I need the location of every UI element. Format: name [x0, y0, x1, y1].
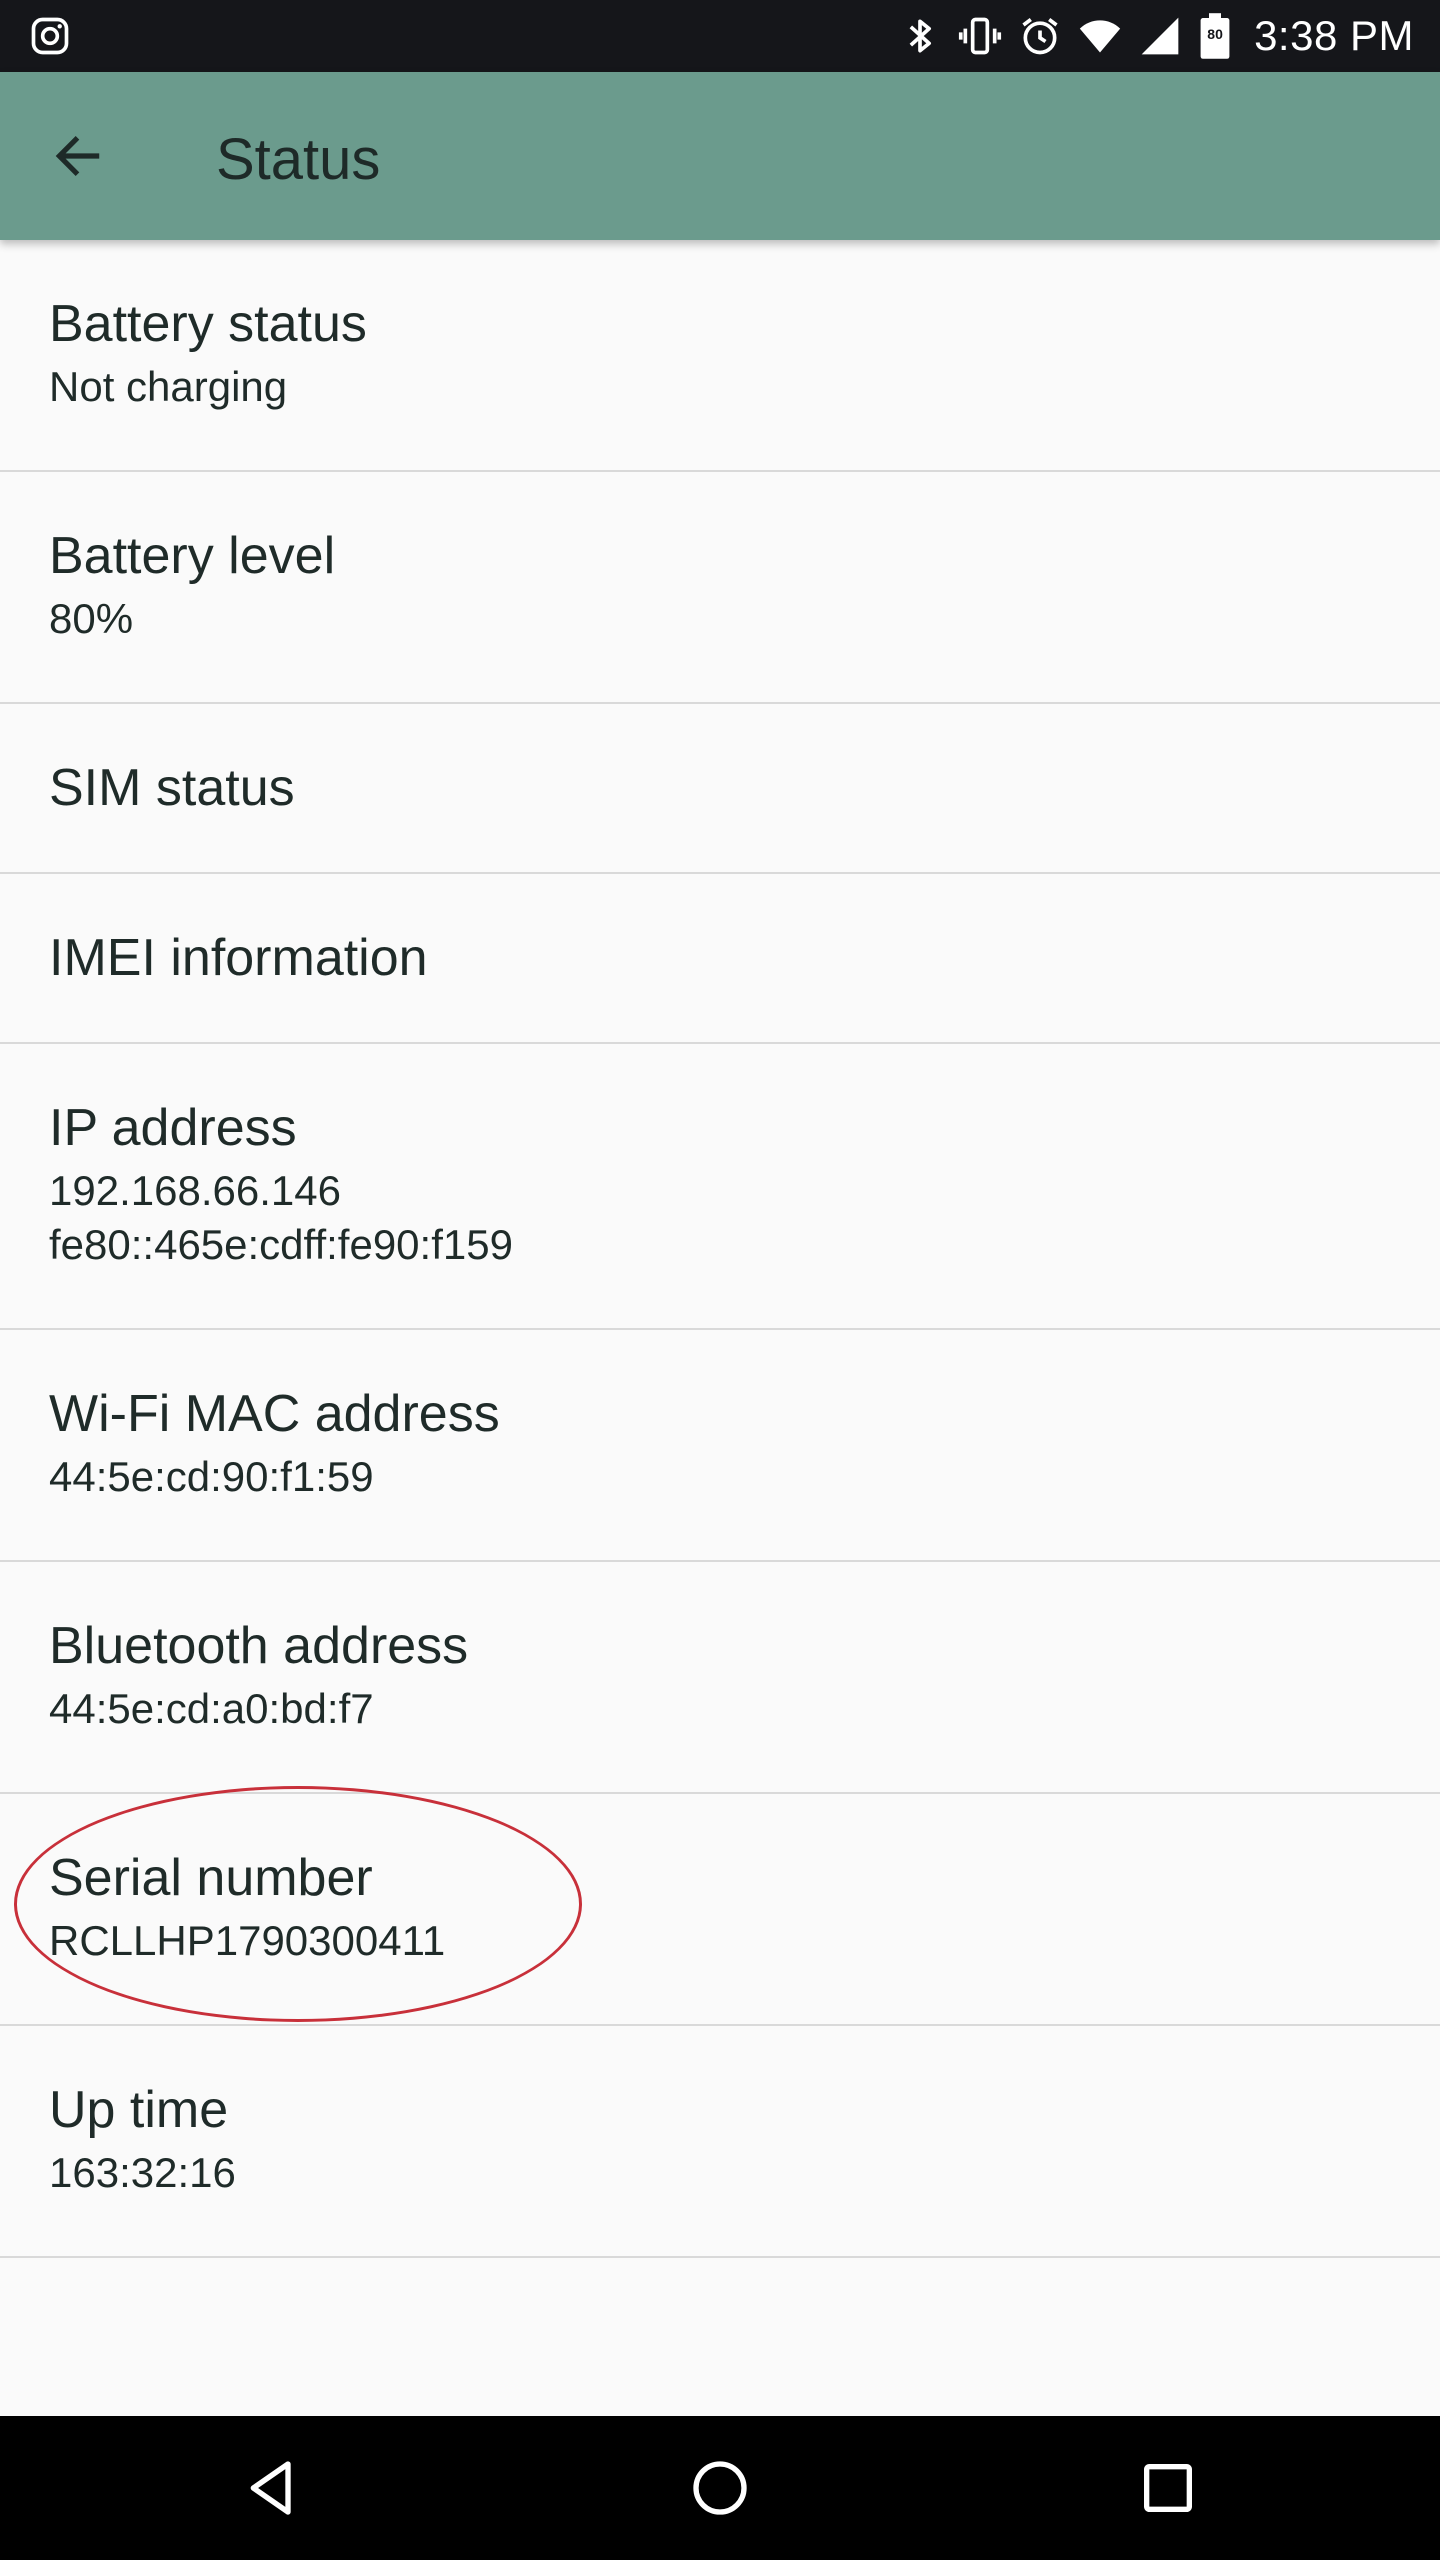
list-item-battery-status[interactable]: Battery status Not charging [0, 240, 1440, 472]
status-bar: 80 3:38 PM [0, 0, 1440, 72]
list-item-title: Bluetooth address [49, 1617, 469, 1675]
arrow-back-icon [50, 128, 106, 184]
list-item-summary: 80% [49, 595, 134, 642]
nav-back-icon [240, 2456, 304, 2520]
list-item-ip-address[interactable]: IP address 192.168.66.146 fe80::465e:cdf… [0, 1044, 1440, 1330]
app-bar: Status [0, 72, 1440, 240]
navigation-bar [0, 2416, 1440, 2560]
bluetooth-icon [898, 14, 942, 58]
settings-status-screen: 80 3:38 PM Status Battery status Not cha… [0, 0, 1440, 2560]
page-title: Status [216, 127, 381, 192]
list-item-summary: 44:5e:cd:a0:bd:f7 [49, 1685, 374, 1732]
battery-percent-label: 80 [1207, 26, 1223, 42]
list-item-title: Up time [49, 2081, 229, 2139]
instagram-icon [28, 14, 72, 58]
list-item-bluetooth-address[interactable]: Bluetooth address 44:5e:cd:a0:bd:f7 [0, 1562, 1440, 1794]
list-item-sim-status[interactable]: SIM status [0, 704, 1440, 874]
ipv6-address: fe80::465e:cdff:fe90:f159 [49, 1221, 513, 1268]
vibrate-icon [958, 14, 1002, 58]
wifi-icon [1078, 14, 1122, 58]
back-button[interactable] [36, 114, 120, 198]
list-item-title: Battery status [49, 295, 367, 353]
list-item-wifi-mac-address[interactable]: Wi-Fi MAC address 44:5e:cd:90:f1:59 [0, 1330, 1440, 1562]
list-item-summary: Not charging [49, 363, 288, 410]
status-list: Battery status Not charging Battery leve… [0, 240, 1440, 2258]
list-item-serial-number[interactable]: Serial number RCLLHP1790300411 [0, 1794, 1440, 2026]
list-item-title: SIM status [49, 759, 295, 817]
list-item-title: IP address [49, 1099, 297, 1157]
list-item-title: Battery level [49, 527, 336, 585]
nav-home-icon [688, 2456, 752, 2520]
list-item-up-time[interactable]: Up time 163:32:16 [0, 2026, 1440, 2258]
nav-home-button[interactable] [676, 2444, 764, 2532]
nav-back-button[interactable] [228, 2444, 316, 2532]
list-item-summary: 44:5e:cd:90:f1:59 [49, 1453, 374, 1500]
list-item-battery-level[interactable]: Battery level 80% [0, 472, 1440, 704]
status-bar-clock: 3:38 PM [1254, 12, 1414, 59]
ipv4-address: 192.168.66.146 [49, 1167, 341, 1214]
nav-recents-button[interactable] [1124, 2444, 1212, 2532]
alarm-icon [1018, 14, 1062, 58]
list-item-title: Wi-Fi MAC address [49, 1385, 500, 1443]
cellular-signal-icon [1138, 14, 1182, 58]
nav-recents-icon [1136, 2456, 1200, 2520]
list-item-title: Serial number [49, 1849, 373, 1907]
list-item-summary: RCLLHP1790300411 [49, 1917, 446, 1964]
battery-icon: 80 [1198, 12, 1232, 60]
list-item-title: IMEI information [49, 929, 428, 987]
list-item-summary: 163:32:16 [49, 2149, 236, 2196]
list-item-imei-information[interactable]: IMEI information [0, 874, 1440, 1044]
